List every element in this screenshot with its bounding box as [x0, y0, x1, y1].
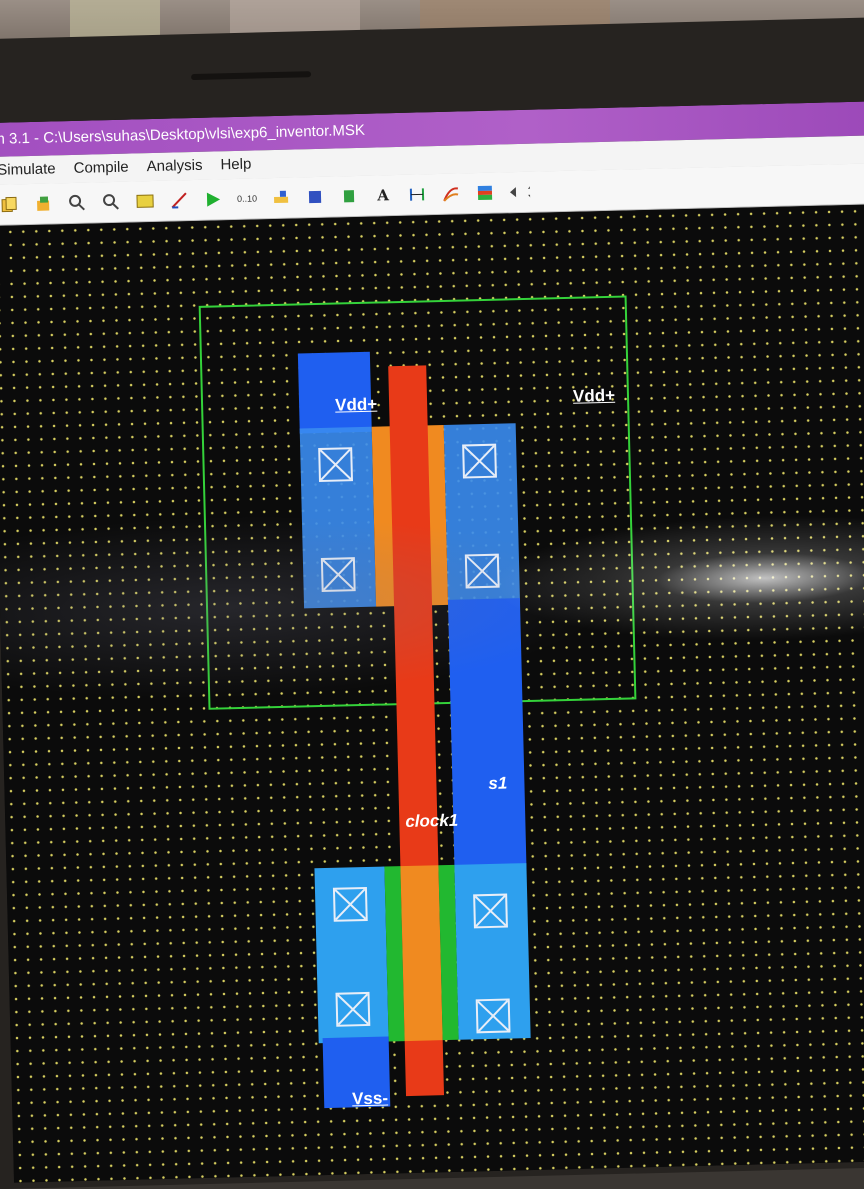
menu-compile[interactable]: Compile	[73, 154, 129, 183]
waveform-icon[interactable]	[440, 182, 463, 205]
text-icon[interactable]: A	[372, 184, 395, 207]
s1-label[interactable]: s1	[488, 774, 507, 794]
vdd-label-left[interactable]: Vdd+	[335, 395, 378, 416]
measure-icon[interactable]	[406, 183, 429, 206]
background-object	[70, 0, 160, 40]
contact-pmos-left-top[interactable]	[318, 447, 353, 482]
connect-icon[interactable]	[270, 187, 293, 210]
contact-nmos-left-top[interactable]	[333, 887, 368, 922]
navigate-icon[interactable]	[508, 181, 531, 204]
contact-pmos-right-top[interactable]	[462, 444, 497, 479]
component-icon[interactable]	[338, 185, 361, 208]
zoom-out-icon[interactable]	[100, 191, 123, 214]
menu-help[interactable]: Help	[220, 151, 252, 180]
cross-section-icon[interactable]	[474, 182, 497, 205]
contact-nmos-left-bottom[interactable]	[335, 992, 370, 1027]
application-window: n 3.1 - C:\Users\suhas\Desktop\vlsi\exp6…	[0, 101, 864, 1183]
fit-icon[interactable]	[134, 190, 157, 213]
layers-icon[interactable]	[32, 192, 55, 215]
menu-simulate[interactable]: Simulate	[0, 155, 56, 184]
contact-pmos-right-bottom[interactable]	[465, 554, 500, 589]
contact-pmos-left-bottom[interactable]	[321, 557, 356, 592]
bezel-slot	[191, 71, 311, 80]
run-simulation-icon[interactable]	[202, 188, 225, 211]
vdd-metal-strip[interactable]	[298, 352, 372, 434]
contact-nmos-right-bottom[interactable]	[476, 999, 511, 1034]
chip-icon[interactable]	[304, 186, 327, 209]
output-metal[interactable]	[448, 598, 527, 870]
timing-icon[interactable]: 0..10	[236, 187, 259, 210]
contact-nmos-right-top[interactable]	[473, 894, 508, 929]
edit-icon[interactable]	[168, 189, 191, 212]
window-title: n 3.1 - C:\Users\suhas\Desktop\vlsi\exp6…	[0, 122, 365, 148]
nmos-gate-overlap[interactable]	[400, 865, 442, 1041]
vdd-label-right[interactable]: Vdd+	[573, 386, 616, 407]
layout-canvas[interactable]: Vdd+ Vdd+ s1 clock1 Vss-	[0, 204, 864, 1183]
copy-icon[interactable]	[0, 193, 20, 216]
menu-analysis[interactable]: Analysis	[146, 152, 203, 181]
zoom-in-icon[interactable]	[66, 192, 89, 215]
vss-label[interactable]: Vss-	[352, 1089, 388, 1110]
clock1-label[interactable]: clock1	[405, 811, 458, 832]
